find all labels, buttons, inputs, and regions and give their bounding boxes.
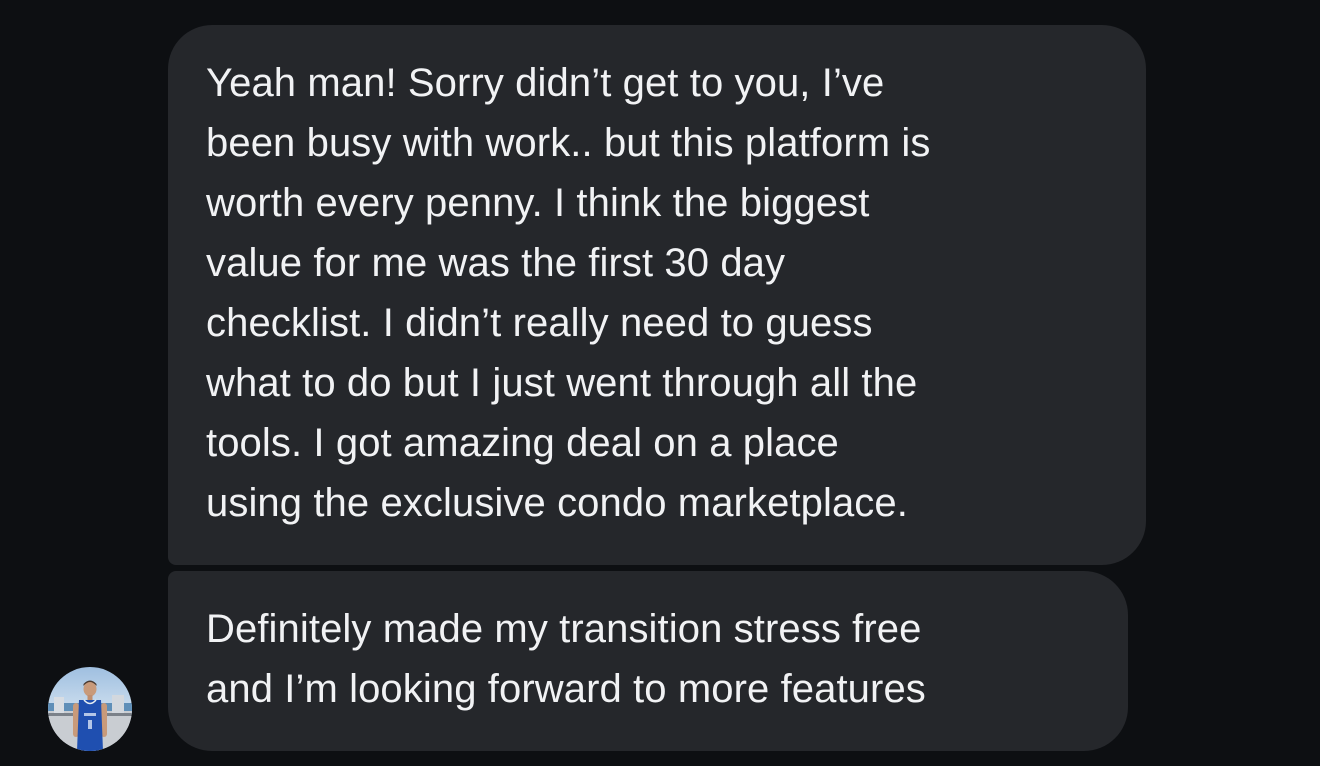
message-bubble[interactable]: Definitely made my transition stress fre…: [168, 571, 1128, 751]
user-avatar-icon: [48, 667, 132, 751]
avatar[interactable]: [48, 667, 132, 751]
message-bubble[interactable]: Yeah man! Sorry didn’t get to you, I’ve …: [168, 25, 1146, 565]
message-thread: Yeah man! Sorry didn’t get to you, I’ve …: [0, 0, 1320, 766]
message-text: Definitely made my transition stress fre…: [206, 607, 926, 711]
message-text: Yeah man! Sorry didn’t get to you, I’ve …: [206, 61, 931, 525]
